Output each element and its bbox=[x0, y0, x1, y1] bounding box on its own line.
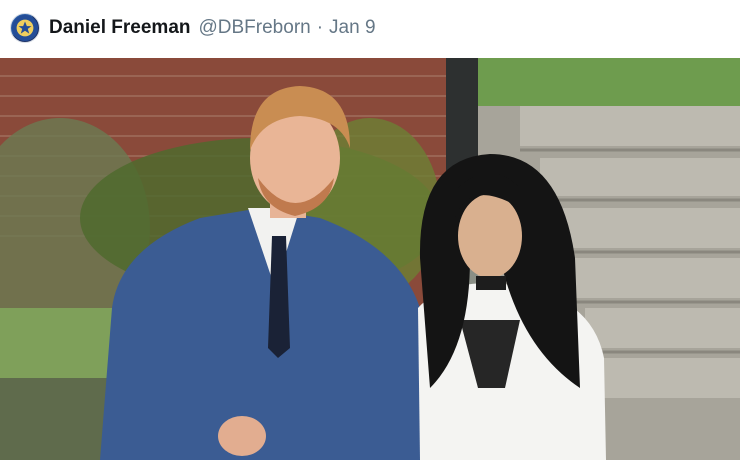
avatar[interactable] bbox=[10, 13, 40, 43]
tweet-date[interactable]: Jan 9 bbox=[329, 17, 375, 39]
avatar-emblem-icon bbox=[11, 14, 39, 42]
tweet-photo[interactable] bbox=[0, 58, 740, 460]
separator-dot: · bbox=[316, 17, 324, 38]
author-handle[interactable]: @DBFreborn bbox=[199, 17, 311, 39]
woman-face bbox=[458, 194, 522, 278]
photo-scene bbox=[0, 58, 740, 460]
author-name[interactable]: Daniel Freeman bbox=[49, 17, 191, 39]
tweet-header: Daniel Freeman @DBFreborn · Jan 9 bbox=[0, 0, 740, 56]
lawn bbox=[478, 58, 740, 106]
